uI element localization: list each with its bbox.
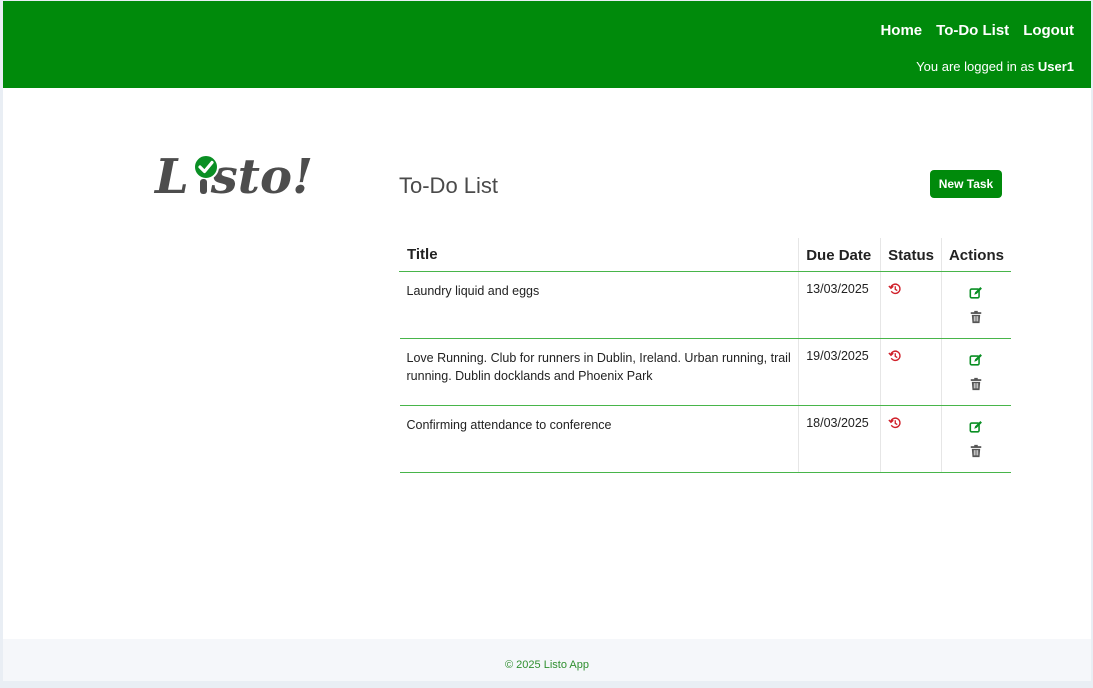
task-status: [880, 271, 942, 339]
main-nav: Home To-Do List Logout: [880, 22, 1074, 39]
trash-icon[interactable]: [969, 444, 983, 458]
app-frame: Home To-Do List Logout You are logged in…: [3, 1, 1091, 681]
footer: © 2025 Listo App: [3, 639, 1091, 681]
new-task-button[interactable]: New Task: [930, 170, 1002, 198]
page-title: To-Do List: [399, 173, 499, 198]
listo-logo-image: Lsto!: [153, 149, 313, 205]
top-navbar: Home To-Do List Logout You are logged in…: [3, 1, 1091, 88]
login-status: You are logged in as User1: [916, 59, 1074, 74]
tasks-table: Title Due Date Status Actions Laundry li…: [398, 238, 1011, 473]
edit-icon[interactable]: [969, 420, 983, 434]
task-due-date: 13/03/2025: [798, 271, 881, 339]
header-actions: Actions: [940, 238, 1011, 272]
svg-text:Lsto!: Lsto!: [153, 149, 313, 201]
task-title: Confirming attendance to conference: [399, 405, 799, 473]
nav-todo-link[interactable]: To-Do List: [936, 22, 1009, 39]
history-icon: [888, 417, 901, 429]
listo-logo: Lsto!: [153, 141, 313, 205]
username: User1: [1037, 59, 1074, 74]
trash-icon[interactable]: [969, 310, 983, 324]
header-status: Status: [880, 238, 942, 272]
history-icon: [888, 283, 901, 295]
table-header-row: Title Due Date Status Actions: [398, 238, 1011, 272]
task-due-date: 18/03/2025: [798, 405, 881, 473]
header-title: Title: [398, 238, 799, 272]
task-due-date: 19/03/2025: [798, 338, 881, 406]
task-actions: [940, 338, 1011, 406]
table-row: Laundry liquid and eggs 13/03/2025: [399, 271, 1011, 339]
task-title: Love Running. Club for runners in Dublin…: [399, 338, 799, 406]
edit-icon[interactable]: [969, 286, 983, 300]
task-status: [880, 405, 942, 473]
table-row: Confirming attendance to conference 18/0…: [399, 405, 1011, 473]
nav-logout-link[interactable]: Logout: [1023, 22, 1074, 39]
footer-copyright: © 2025 Listo App: [505, 659, 589, 671]
nav-home-link[interactable]: Home: [880, 22, 922, 39]
history-icon: [888, 350, 901, 362]
login-prefix: You are logged in as: [916, 59, 1035, 74]
edit-icon[interactable]: [969, 353, 983, 367]
trash-icon[interactable]: [969, 377, 983, 391]
task-title: Laundry liquid and eggs: [399, 271, 799, 339]
task-status: [880, 338, 942, 406]
table-row: Love Running. Club for runners in Dublin…: [399, 338, 1011, 406]
header-due-date: Due Date: [798, 238, 881, 272]
task-actions: [940, 271, 1011, 339]
task-actions: [940, 405, 1011, 473]
